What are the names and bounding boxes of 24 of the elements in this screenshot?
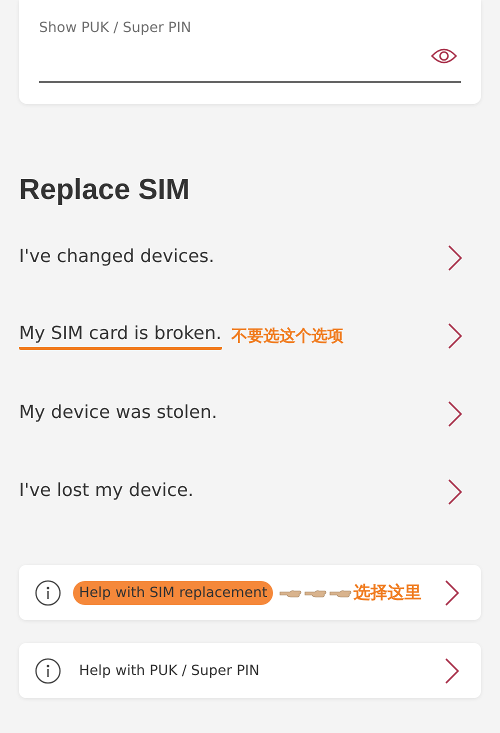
option-label: My SIM card is broken. — [19, 322, 222, 350]
help-link[interactable]: Help with SIM replacement 选择这里 — [19, 565, 481, 620]
option-row[interactable]: I've changed devices. — [19, 219, 481, 297]
section-title: Replace SIM — [19, 174, 190, 207]
help-label: Help with SIM replacement — [73, 580, 274, 604]
eye-icon[interactable] — [431, 47, 457, 65]
chevron-icon — [445, 658, 459, 684]
chevron-icon — [448, 479, 462, 505]
option-label: I've changed devices. — [19, 246, 214, 269]
info-icon — [35, 658, 61, 684]
info-icon — [35, 580, 61, 606]
chevron-icon — [448, 245, 462, 271]
option-row[interactable]: I've lost my device. — [19, 453, 481, 531]
annotation-note: 不要选这个选项 — [232, 326, 344, 346]
chevron-icon — [448, 401, 462, 427]
option-row[interactable]: My device was stolen. — [19, 375, 481, 453]
option-label: My device was stolen. — [19, 402, 218, 425]
annotation-note: 选择这里 — [353, 582, 422, 604]
option-row[interactable]: My SIM card is broken. 不要选这个选项 — [19, 297, 481, 375]
option-label: I've lost my device. — [19, 480, 194, 503]
help-link[interactable]: Help with PUK / Super PIN — [19, 643, 481, 698]
help-label: Help with PUK / Super PIN — [78, 662, 261, 680]
chevron-icon — [448, 323, 462, 349]
chevron-icon — [445, 580, 459, 606]
